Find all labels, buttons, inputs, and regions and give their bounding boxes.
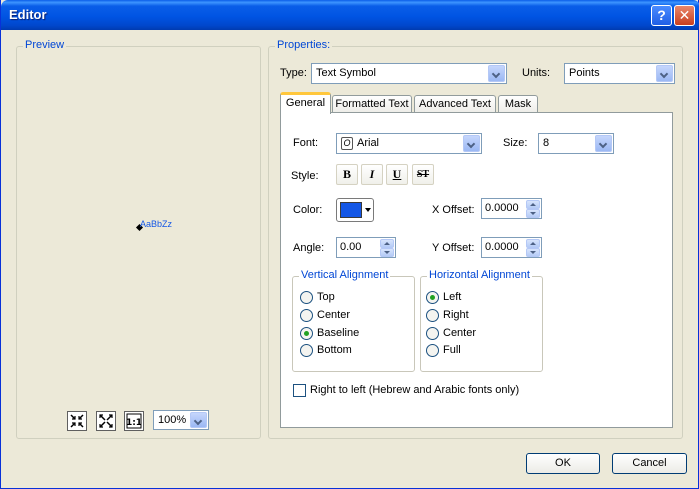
- font-value: Arial: [357, 137, 380, 149]
- style-label: Style:: [291, 170, 319, 182]
- preview-label: Preview: [23, 39, 67, 51]
- ok-button[interactable]: OK: [526, 453, 600, 474]
- one-to-one-icon: 1:1: [126, 413, 142, 429]
- preview-group: Preview: [16, 39, 261, 439]
- rtl-checkbox-label[interactable]: Right to left (Hebrew and Arabic fonts o…: [310, 384, 519, 396]
- underline-button[interactable]: U: [386, 164, 408, 185]
- title-bar[interactable]: Editor ? ✕: [1, 0, 699, 30]
- italic-button[interactable]: I: [361, 164, 383, 185]
- chevron-down-icon[interactable]: [656, 65, 673, 82]
- size-value: 8: [543, 137, 550, 149]
- vertical-alignment-group: Vertical Alignment: [292, 269, 415, 372]
- radio-label: Center: [317, 309, 351, 321]
- zoom-select[interactable]: 100%: [153, 410, 209, 430]
- radio-label: Right: [443, 309, 469, 321]
- spin-up-icon[interactable]: [526, 239, 540, 248]
- color-picker-button[interactable]: [336, 198, 374, 222]
- horizontal-alignment-group: Horizontal Alignment: [420, 269, 543, 372]
- opentype-font-icon: O: [341, 137, 353, 150]
- type-label: Type:: [280, 67, 307, 79]
- spin-down-icon[interactable]: [380, 248, 394, 257]
- x-offset-label: X Offset:: [432, 204, 475, 216]
- zoom-to-extent-icon: [70, 414, 84, 428]
- size-label: Size:: [503, 137, 528, 149]
- chevron-down-icon[interactable]: [365, 208, 371, 212]
- color-label: Color:: [293, 204, 323, 216]
- full-extent-button[interactable]: [96, 411, 116, 431]
- radio-label: Bottom: [317, 344, 352, 356]
- font-select[interactable]: O Arial: [336, 133, 482, 154]
- x-offset-value: 0.0000: [485, 202, 519, 214]
- zoom-value: 100%: [158, 414, 187, 426]
- chevron-down-icon[interactable]: [595, 135, 612, 152]
- one-to-one-button[interactable]: 1:1: [124, 411, 144, 431]
- bold-button[interactable]: B: [336, 164, 358, 185]
- preview-sample-text: AaBbZz: [140, 219, 173, 229]
- radio-button[interactable]: [426, 327, 439, 340]
- chevron-down-icon[interactable]: [190, 412, 207, 428]
- type-select[interactable]: Text Symbol: [311, 63, 507, 84]
- horizontal-alignment-label: Horizontal Alignment: [427, 269, 532, 281]
- radio-button[interactable]: [426, 344, 439, 357]
- y-offset-label: Y Offset:: [432, 242, 475, 254]
- color-swatch: [340, 202, 362, 218]
- spin-down-icon[interactable]: [526, 209, 540, 218]
- y-offset-spinner[interactable]: 0.0000: [481, 237, 542, 258]
- strikethrough-button[interactable]: ST: [412, 164, 434, 185]
- font-label: Font:: [293, 137, 319, 149]
- properties-label: Properties:: [275, 39, 333, 51]
- angle-label: Angle:: [293, 242, 325, 254]
- units-label: Units:: [522, 67, 551, 79]
- cancel-button[interactable]: Cancel: [612, 453, 687, 474]
- chevron-down-icon[interactable]: [463, 135, 480, 152]
- editor-dialog: Editor ? ✕ Preview AaBbZz 1:1 100% Prope…: [0, 0, 699, 489]
- radio-label: Left: [443, 291, 462, 303]
- radio-label: Baseline: [317, 327, 360, 339]
- window-title: Editor: [9, 7, 47, 22]
- radio-button[interactable]: [426, 309, 439, 322]
- radio-button[interactable]: [300, 309, 313, 322]
- radio-button[interactable]: [300, 327, 313, 340]
- y-offset-value: 0.0000: [485, 241, 519, 253]
- radio-button[interactable]: [300, 291, 313, 304]
- spin-up-icon[interactable]: [526, 200, 540, 209]
- units-select[interactable]: Points: [564, 63, 675, 84]
- radio-label: Center: [443, 327, 477, 339]
- svg-text:1:1: 1:1: [126, 418, 142, 428]
- units-value: Points: [569, 67, 600, 79]
- type-value: Text Symbol: [316, 67, 376, 79]
- chevron-down-icon[interactable]: [488, 65, 505, 82]
- angle-spinner[interactable]: 0.00: [336, 237, 396, 258]
- rtl-checkbox[interactable]: [293, 384, 306, 397]
- radio-label: Full: [443, 344, 461, 356]
- spin-down-icon[interactable]: [526, 248, 540, 257]
- x-offset-spinner[interactable]: 0.0000: [481, 198, 542, 219]
- vertical-alignment-label: Vertical Alignment: [299, 269, 391, 281]
- radio-button[interactable]: [426, 291, 439, 304]
- size-select[interactable]: 8: [538, 133, 614, 154]
- radio-button[interactable]: [300, 344, 313, 357]
- close-button[interactable]: ✕: [674, 5, 695, 26]
- radio-label: Top: [317, 291, 335, 303]
- spin-up-icon[interactable]: [380, 239, 394, 248]
- help-button[interactable]: ?: [651, 5, 672, 26]
- angle-value: 0.00: [340, 241, 362, 253]
- zoom-to-extent-button[interactable]: [67, 411, 87, 431]
- tab-general[interactable]: General: [280, 92, 331, 114]
- full-extent-icon: [99, 414, 113, 428]
